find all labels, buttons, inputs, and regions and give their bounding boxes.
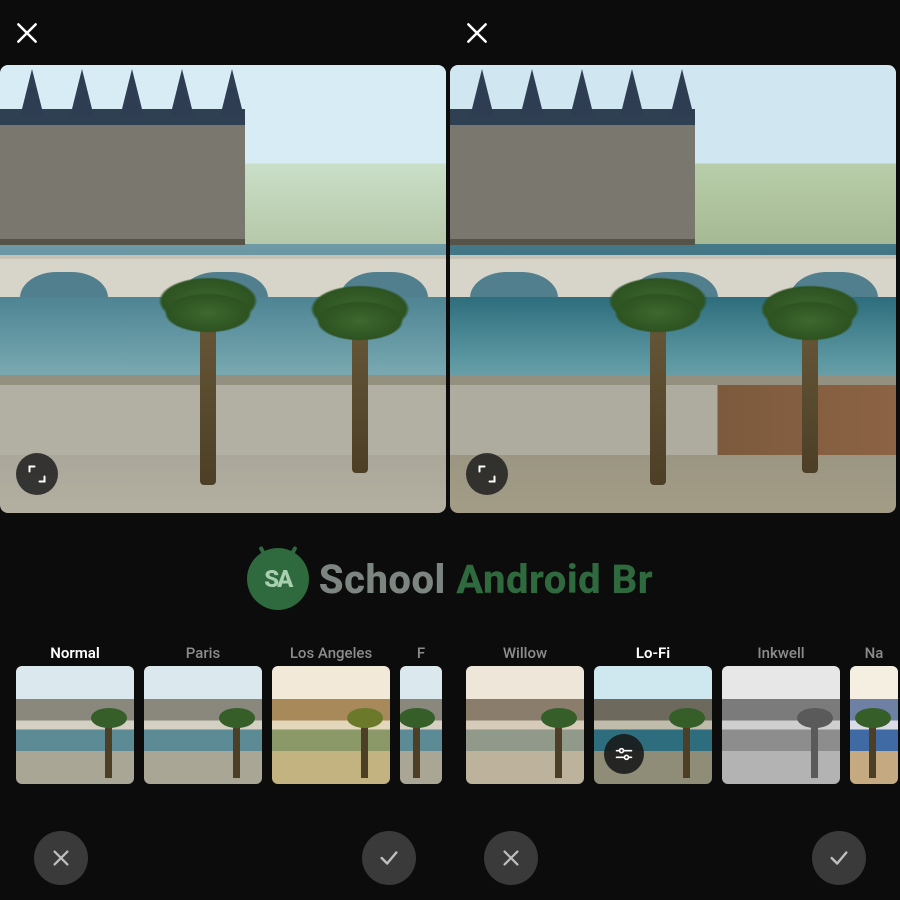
filter-label: Inkwell: [757, 640, 804, 666]
action-bar: [0, 822, 450, 900]
screens-row: Normal Paris Los Angeles F: [0, 0, 900, 900]
filter-label: Lo-Fi: [636, 640, 670, 666]
cancel-button[interactable]: [484, 831, 538, 885]
photo-preview[interactable]: [0, 65, 446, 513]
filter-label: Paris: [186, 640, 220, 666]
filter-strip[interactable]: Normal Paris Los Angeles F: [0, 640, 450, 800]
filter-label: Willow: [503, 640, 547, 666]
filter-thumbnail[interactable]: [272, 666, 390, 784]
filter-thumbnail[interactable]: [594, 666, 712, 784]
close-icon[interactable]: [14, 20, 40, 46]
filter-strip[interactable]: Willow Lo-Fi Inkwell Na: [450, 640, 900, 800]
topbar: [450, 0, 900, 65]
action-bar: [450, 822, 900, 900]
photo-preview[interactable]: [450, 65, 896, 513]
filter-option[interactable]: F: [400, 640, 442, 800]
filter-option[interactable]: Normal: [16, 640, 134, 800]
expand-icon[interactable]: [466, 453, 508, 495]
filter-thumbnail[interactable]: [850, 666, 898, 784]
screen-right: Willow Lo-Fi Inkwell Na: [450, 0, 900, 900]
screen-left: Normal Paris Los Angeles F: [0, 0, 450, 900]
filter-option[interactable]: Inkwell: [722, 640, 840, 800]
filter-label: Na: [865, 640, 884, 666]
confirm-button[interactable]: [812, 831, 866, 885]
filter-option[interactable]: Willow: [466, 640, 584, 800]
filter-option[interactable]: Na: [850, 640, 898, 800]
filter-thumbnail[interactable]: [144, 666, 262, 784]
close-icon[interactable]: [464, 20, 490, 46]
filter-thumbnail[interactable]: [16, 666, 134, 784]
filter-thumbnail[interactable]: [722, 666, 840, 784]
confirm-button[interactable]: [362, 831, 416, 885]
filter-thumbnail[interactable]: [466, 666, 584, 784]
filter-label: Normal: [50, 640, 99, 666]
filter-label: F: [417, 640, 425, 666]
filter-thumbnail[interactable]: [400, 666, 442, 784]
topbar: [0, 0, 450, 65]
filter-label: Los Angeles: [290, 640, 372, 666]
expand-icon[interactable]: [16, 453, 58, 495]
filter-option[interactable]: Lo-Fi: [594, 640, 712, 800]
cancel-button[interactable]: [34, 831, 88, 885]
adjust-icon[interactable]: [604, 734, 644, 774]
filter-option[interactable]: Paris: [144, 640, 262, 800]
filter-option[interactable]: Los Angeles: [272, 640, 390, 800]
